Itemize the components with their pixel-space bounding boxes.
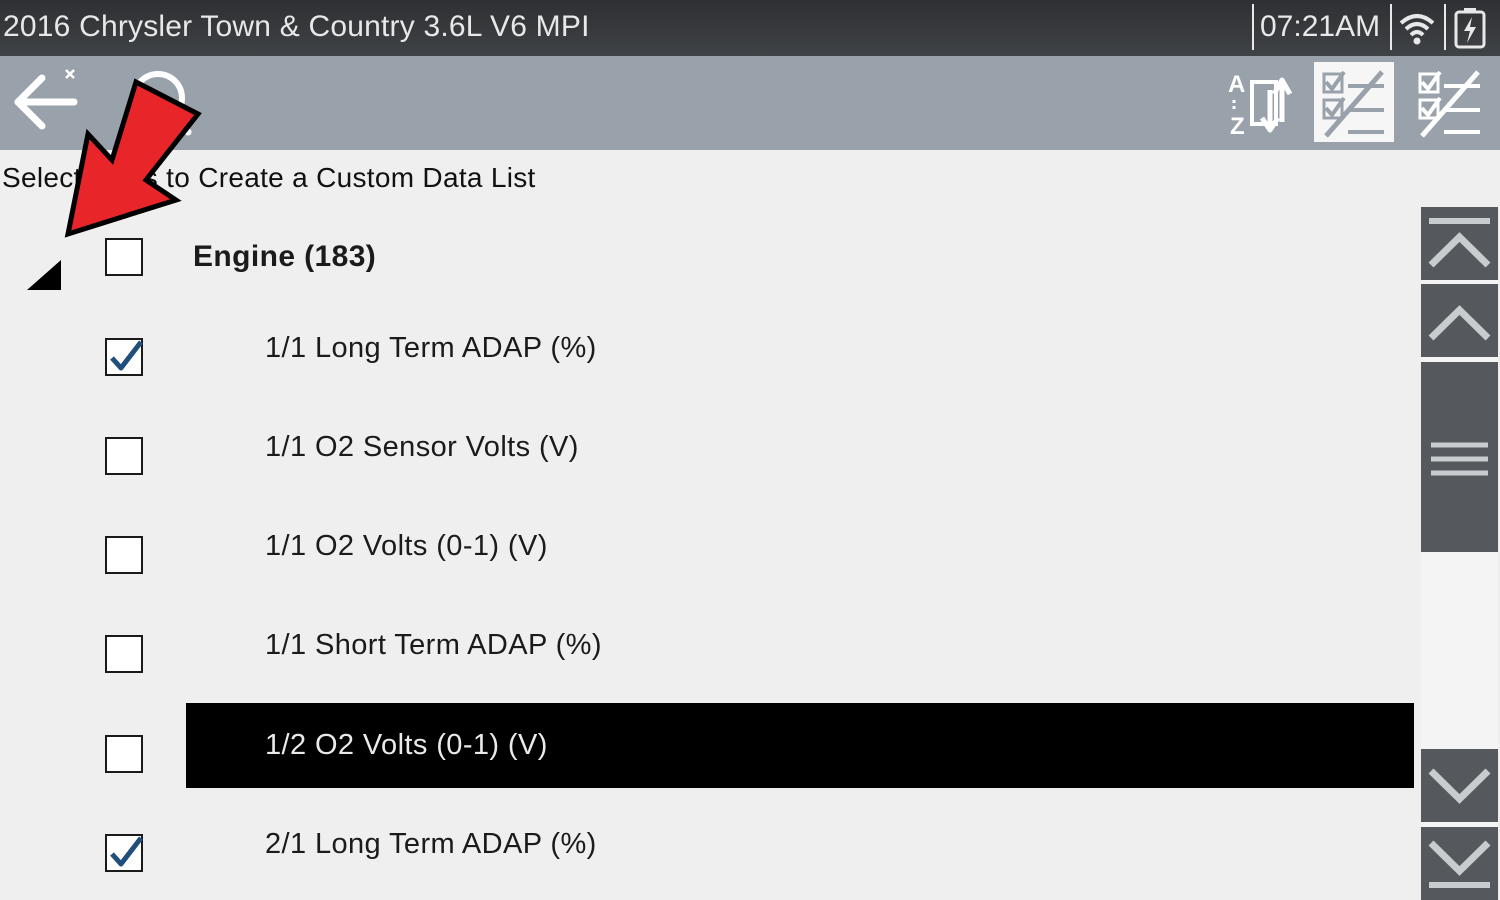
item-checkbox[interactable] [105,635,143,673]
scroll-to-top-button[interactable] [1421,207,1498,280]
sort-button[interactable]: A Z [1218,62,1300,144]
vehicle-title: 2016 Chrysler Town & Country 3.6L V6 MPI [3,10,590,43]
deselect-all-button[interactable] [1410,62,1492,144]
svg-text:Z: Z [1230,113,1245,140]
list-item-selected[interactable]: 1/2 O2 Volts (0-1) (V) [0,703,1415,788]
scrollbar[interactable] [1421,207,1498,900]
checkmark-icon [110,836,143,867]
select-all-button[interactable] [1314,62,1394,142]
scroll-up-icon [1428,305,1491,341]
item-label: 1/1 Long Term ADAP (%) [265,332,597,364]
clock: 07:21AM [1260,10,1381,43]
item-checkbox[interactable] [105,338,143,376]
scroll-thumb[interactable] [1421,362,1498,552]
deselect-all-icon [1418,70,1480,138]
scroll-thumb-grip-icon [1431,442,1488,476]
list-item[interactable]: 2/1 Long Term ADAP (%) [0,809,1415,894]
battery-charging-icon [1454,8,1486,49]
item-label: 1/1 Short Term ADAP (%) [265,629,602,661]
item-label: 2/1 Long Term ADAP (%) [265,828,597,860]
status-bar: 2016 Chrysler Town & Country 3.6L V6 MPI… [0,0,1500,56]
scroll-to-top-icon [1428,218,1491,268]
item-label: 1/1 O2 Sensor Volts (V) [265,431,579,463]
checkmark-icon [110,340,143,371]
item-checkbox[interactable] [105,735,143,773]
scroll-to-bottom-icon [1428,840,1491,888]
group-label: Engine (183) [193,240,377,273]
clock-area: 07:21AM [1252,4,1392,50]
item-checkbox[interactable] [105,834,143,872]
item-checkbox[interactable] [105,437,143,475]
list-item[interactable]: 1/1 O2 Sensor Volts (V) [0,412,1415,497]
select-all-icon [1322,70,1384,138]
item-label: 1/2 O2 Volts (0-1) (V) [265,729,548,761]
scroll-down-button[interactable] [1421,749,1498,822]
svg-text:A: A [1228,71,1245,98]
list-item[interactable]: 1/1 Long Term ADAP (%) [0,313,1415,398]
toolbar: A Z [0,56,1500,150]
data-list: Engine (183) 1/1 Long Term ADAP (%) 1/1 … [0,205,1415,900]
wifi-icon [1399,14,1435,45]
item-checkbox[interactable] [105,536,143,574]
scroll-up-button[interactable] [1421,284,1498,357]
list-item[interactable]: 1/1 Short Term ADAP (%) [0,610,1415,695]
scroll-to-bottom-button[interactable] [1421,827,1498,900]
annotation-arrow-icon [64,78,202,238]
sort-a-z-icon: A Z [1228,71,1293,140]
group-row-engine[interactable]: Engine (183) [0,225,1415,295]
list-item[interactable]: 1/1 O2 Volts (0-1) (V) [0,511,1415,596]
scroll-down-icon [1428,768,1491,804]
expand-collapse-icon[interactable] [27,260,61,290]
item-label: 1/1 O2 Volts (0-1) (V) [265,530,548,562]
